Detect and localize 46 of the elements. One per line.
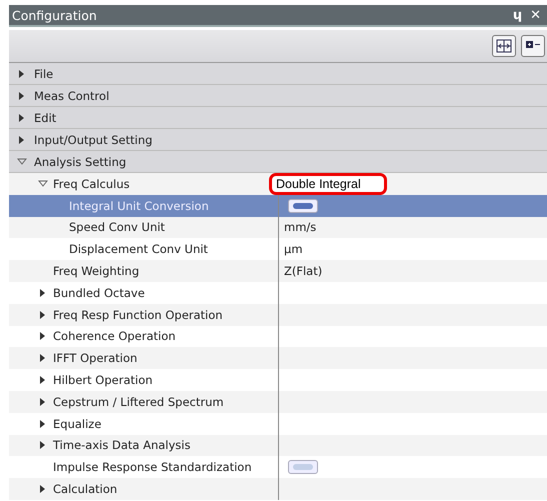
property-label[interactable]: Displacement Conv Unit (69, 242, 208, 256)
property-row[interactable]: Freq Calculus Double Integral (9, 173, 547, 195)
property-row[interactable]: Time-axis Data Analysis (9, 434, 547, 456)
property-label[interactable]: Freq Weighting (53, 264, 140, 278)
property-value[interactable]: mm/s (284, 220, 316, 234)
property-row[interactable]: Calculation (9, 478, 547, 500)
expand-collapse-button[interactable] (521, 35, 545, 57)
close-button[interactable]: ✕ (530, 8, 541, 22)
window-title: Configuration (12, 8, 98, 22)
property-value[interactable]: Z(Flat) (284, 264, 322, 278)
category-header[interactable]: Edit (9, 107, 547, 129)
category-label[interactable]: Analysis Setting (34, 154, 126, 168)
category-label[interactable]: File (34, 66, 54, 80)
property-label[interactable]: Cepstrum / Liftered Spectrum (53, 394, 224, 409)
property-label[interactable]: Speed Conv Unit (69, 220, 165, 234)
toggle-button[interactable] (288, 460, 318, 474)
property-label[interactable]: Coherence Operation (53, 329, 176, 344)
property-label[interactable]: Time-axis Data Analysis (53, 438, 190, 452)
property-label[interactable]: IFFT Operation (53, 351, 138, 366)
property-label[interactable]: Equalize (53, 416, 102, 431)
property-row[interactable]: Freq Weighting Z(Flat) (9, 260, 547, 282)
collapse-arrow-icon[interactable] (17, 156, 27, 166)
column-width-icon (496, 39, 512, 53)
property-row[interactable]: Speed Conv Unit mm/s (9, 216, 547, 238)
property-label[interactable]: Impulse Response Standardization (53, 460, 252, 474)
category-label[interactable]: Edit (34, 110, 56, 124)
property-label[interactable]: Freq Resp Function Operation (53, 308, 223, 322)
property-row[interactable]: Cepstrum / Liftered Spectrum (9, 390, 547, 413)
collapse-arrow-icon[interactable] (38, 178, 48, 189)
category-label[interactable]: Meas Control (34, 88, 110, 102)
property-label[interactable]: Hilbert Operation (53, 373, 153, 388)
category-header[interactable]: Meas Control (9, 85, 547, 107)
property-label[interactable]: Freq Calculus (53, 176, 130, 191)
column-width-button[interactable] (492, 35, 516, 57)
category-header[interactable]: Input/Output Setting (9, 129, 547, 151)
category-header[interactable]: Analysis Setting (9, 151, 547, 173)
category-header[interactable]: File (9, 63, 547, 85)
property-value[interactable]: Double Integral (272, 176, 384, 192)
property-row[interactable]: Freq Resp Function Operation (9, 304, 547, 326)
toggle-button[interactable] (288, 198, 318, 213)
pin-button[interactable]: ɥ (512, 8, 522, 22)
property-row[interactable]: IFFT Operation (9, 347, 547, 370)
category-label[interactable]: Input/Output Setting (34, 132, 152, 146)
property-value[interactable]: μm (284, 242, 303, 256)
property-label[interactable]: Bundled Octave (53, 286, 145, 300)
property-label[interactable]: Calculation (53, 482, 118, 496)
